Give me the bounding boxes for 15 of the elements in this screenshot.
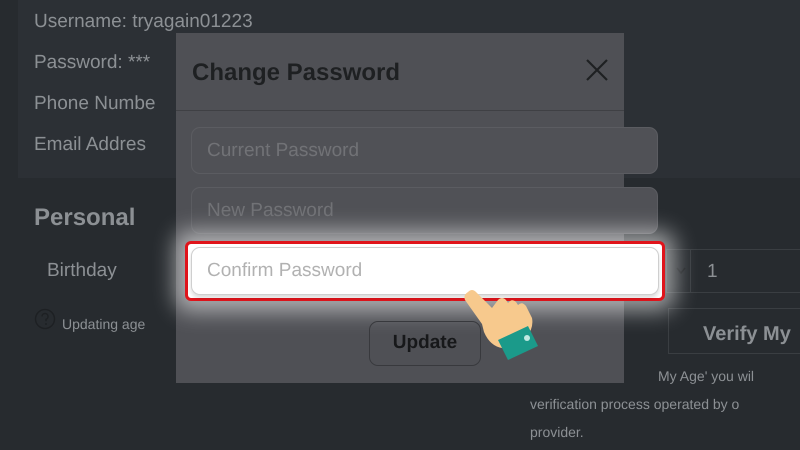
- close-button[interactable]: [584, 57, 610, 83]
- account-detail: Password: ***: [34, 51, 150, 75]
- verify-note: My Age' you wil: [658, 367, 754, 386]
- account-detail: Email Addres: [34, 133, 146, 157]
- help-text: Updating age: [62, 315, 146, 334]
- month-select[interactable]: [666, 249, 690, 293]
- verify-button[interactable]: Verify My: [668, 308, 800, 354]
- day-select[interactable]: 1: [690, 249, 800, 293]
- verify-note: provider.: [530, 423, 584, 442]
- account-detail: Username: tryagain01223: [34, 10, 253, 34]
- chevron-icon: [676, 267, 686, 275]
- verify-note: verification process operated by o: [530, 395, 740, 414]
- account-detail: Phone Numbe: [34, 92, 156, 116]
- section-heading: Personal: [34, 203, 136, 233]
- birthday-label: Birthday: [47, 258, 117, 283]
